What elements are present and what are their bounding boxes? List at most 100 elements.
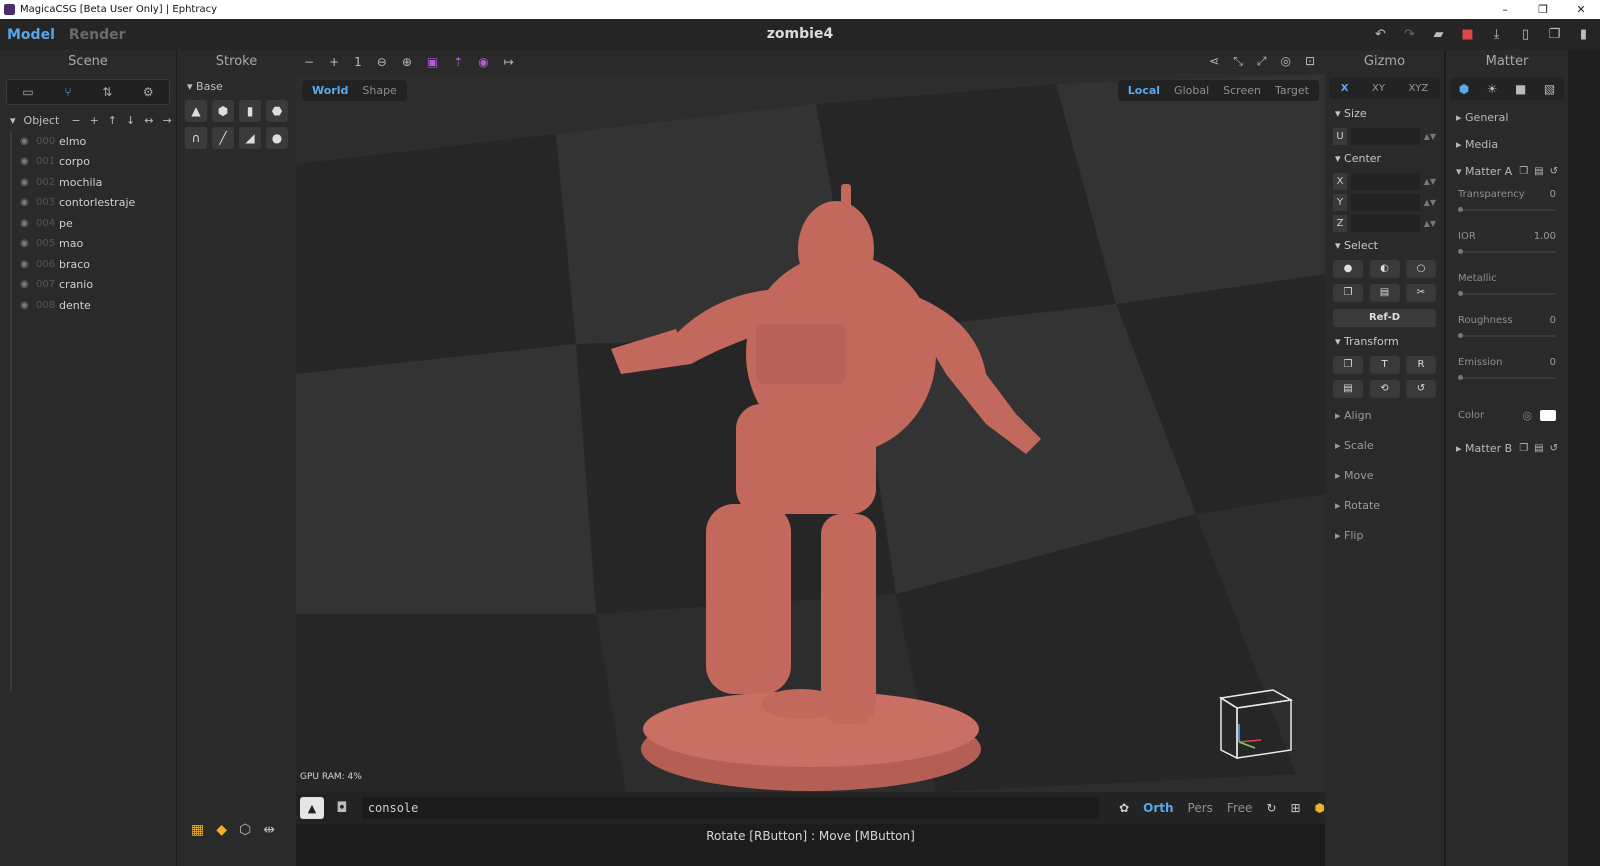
tab-shape[interactable]: Shape — [356, 82, 402, 99]
visibility-eye-icon[interactable]: ◉ — [20, 177, 36, 188]
translate-button[interactable]: T — [1369, 356, 1400, 374]
section-flip[interactable]: ▸ Flip — [1325, 521, 1444, 551]
extrude-icon[interactable]: ⇡ — [453, 55, 463, 69]
mirror-icon[interactable]: ⇹ — [263, 822, 275, 838]
ref-d-button[interactable]: Ref-D — [1333, 309, 1436, 327]
prop-value[interactable]: 1.00 — [1534, 231, 1556, 242]
tab-local[interactable]: Local — [1122, 82, 1166, 99]
fit-icon[interactable]: ⤡ — [1233, 54, 1243, 69]
projection-orth[interactable]: Orth — [1143, 801, 1173, 815]
projection-pers[interactable]: Pers — [1188, 801, 1213, 815]
camera-tab-icon[interactable]: ■ — [1515, 82, 1526, 96]
copy-icon[interactable]: ❐ — [1546, 26, 1563, 43]
prop-slider[interactable] — [1458, 249, 1556, 254]
select-all-button[interactable]: ● — [1333, 260, 1363, 278]
diamond-icon[interactable]: ◆ — [216, 822, 227, 838]
maximize-button[interactable]: ❐ — [1524, 0, 1562, 19]
axis-xy-tab[interactable]: XY — [1372, 83, 1385, 94]
redo-icon[interactable]: ↷ — [1401, 26, 1418, 43]
export-icon[interactable]: ⤓ — [1488, 26, 1505, 43]
section-move[interactable]: ▸ Move — [1325, 461, 1444, 491]
minimize-button[interactable]: – — [1486, 0, 1524, 19]
select-box-icon[interactable]: ▣ — [427, 55, 438, 69]
expand-button[interactable]: ↔ — [144, 114, 153, 127]
share-icon[interactable]: ⋖ — [1209, 54, 1219, 69]
cone-icon[interactable]: ▲ — [185, 100, 207, 122]
prop-value[interactable]: 0 — [1550, 315, 1556, 326]
mode-render-tab[interactable]: Render — [62, 27, 133, 43]
object-row[interactable]: ◉ 005 mao — [12, 234, 176, 255]
section-rotate[interactable]: ▸ Rotate — [1325, 491, 1444, 521]
slider-handle[interactable] — [1458, 249, 1463, 254]
size-header[interactable]: ▾ Size — [1325, 103, 1444, 125]
slider-handle[interactable] — [1458, 207, 1463, 212]
ball-icon[interactable]: ● — [266, 127, 288, 149]
object-row[interactable]: ◉ 001 corpo — [12, 152, 176, 173]
select-header[interactable]: ▾ Select — [1325, 235, 1444, 257]
tab-world[interactable]: World — [306, 82, 354, 99]
object-row[interactable]: ◉ 007 cranio — [12, 275, 176, 296]
image-icon[interactable]: ▧ — [1544, 82, 1555, 96]
expand-icon[interactable]: ⤢ — [1257, 54, 1267, 69]
step-count[interactable]: 1 — [354, 55, 362, 69]
slider-handle[interactable] — [1458, 375, 1463, 380]
select-invert-button[interactable]: ◐ — [1369, 260, 1400, 278]
visibility-eye-icon[interactable]: ◉ — [20, 197, 36, 208]
color-swatch[interactable] — [1540, 409, 1556, 421]
object-collapse-icon[interactable]: ▾ — [10, 114, 16, 127]
open-icon[interactable]: ▰ — [1430, 26, 1447, 43]
object-row[interactable]: ◉ 003 contorlestraje — [12, 193, 176, 214]
transform-header[interactable]: ▾ Transform — [1325, 331, 1444, 353]
hierarchy-icon[interactable]: ⑂ — [64, 85, 71, 99]
transform-paste-button[interactable]: ▤ — [1333, 380, 1363, 398]
remove-object-button[interactable]: − — [71, 114, 80, 127]
section-align[interactable]: ▸ Align — [1325, 401, 1444, 431]
matter-a-section[interactable]: ▾ Matter A ❐ ▤ ↺ — [1446, 158, 1568, 185]
section-scale[interactable]: ▸ Scale — [1325, 431, 1444, 461]
screenshot-icon[interactable]: ⊡ — [1305, 54, 1315, 69]
zoom-in-button[interactable]: + — [329, 55, 339, 69]
visibility-eye-icon[interactable]: ◉ — [20, 259, 36, 270]
matter-a-copy-icon[interactable]: ❐ — [1519, 162, 1528, 182]
leaf-icon[interactable]: ◢ — [239, 127, 261, 149]
focus-icon[interactable]: ◎ — [1280, 54, 1290, 69]
cube-icon[interactable]: ⬣ — [266, 100, 288, 122]
axis-xyz-tab[interactable]: XYZ — [1408, 83, 1428, 94]
media-section[interactable]: ▸ Media — [1446, 131, 1568, 158]
object-row[interactable]: ◉ 004 pe — [12, 213, 176, 234]
paste-button[interactable]: ▤ — [1369, 284, 1400, 302]
mode-model-tab[interactable]: Model — [0, 27, 62, 43]
material-cube-icon[interactable]: ⬢ — [1459, 82, 1469, 96]
curve-icon[interactable]: ∩ — [185, 127, 207, 149]
transform-reset-button[interactable]: ⟲ — [1369, 380, 1400, 398]
target-icon[interactable]: ◉ — [478, 55, 488, 69]
transform-copy-button[interactable]: ❐ — [1333, 356, 1363, 374]
center-x-field[interactable]: X ▲▼ — [1333, 172, 1436, 191]
axis-x-tab[interactable]: X — [1341, 83, 1349, 94]
slider-handle[interactable] — [1458, 291, 1463, 296]
tab-global[interactable]: Global — [1168, 82, 1215, 99]
delete-icon[interactable]: ▮ — [1575, 26, 1592, 43]
tab-target[interactable]: Target — [1269, 82, 1315, 99]
gear-icon[interactable]: ⚙ — [143, 85, 154, 99]
visibility-eye-icon[interactable]: ◉ — [20, 218, 36, 229]
general-section[interactable]: ▸ General — [1446, 104, 1568, 131]
prop-slider[interactable] — [1458, 291, 1556, 296]
prop-slider[interactable] — [1458, 333, 1556, 338]
line-icon[interactable]: ╱ — [212, 127, 234, 149]
visibility-eye-icon[interactable]: ◉ — [20, 238, 36, 249]
close-button[interactable]: ✕ — [1562, 0, 1600, 19]
object-row[interactable]: ◉ 002 mochila — [12, 172, 176, 193]
box-icon[interactable]: ⬡ — [239, 822, 251, 838]
cylinder-icon[interactable]: ▮ — [239, 100, 261, 122]
center-z-field[interactable]: Z ▲▼ — [1333, 214, 1436, 233]
tab-screen[interactable]: Screen — [1217, 82, 1267, 99]
select-none-button[interactable]: ○ — [1406, 260, 1436, 278]
matter-b-section[interactable]: ▸ Matter B ❐ ▤ ↺ — [1446, 435, 1568, 462]
folder-icon[interactable]: ▭ — [22, 85, 33, 99]
console-toggle-button[interactable]: ▲ — [300, 797, 324, 819]
grid-icon[interactable]: ▦ — [191, 822, 204, 838]
add-object-button[interactable]: + — [90, 114, 99, 127]
projection-free[interactable]: Free — [1227, 801, 1252, 815]
cube-view-icon[interactable]: ⬢ — [1315, 801, 1325, 815]
